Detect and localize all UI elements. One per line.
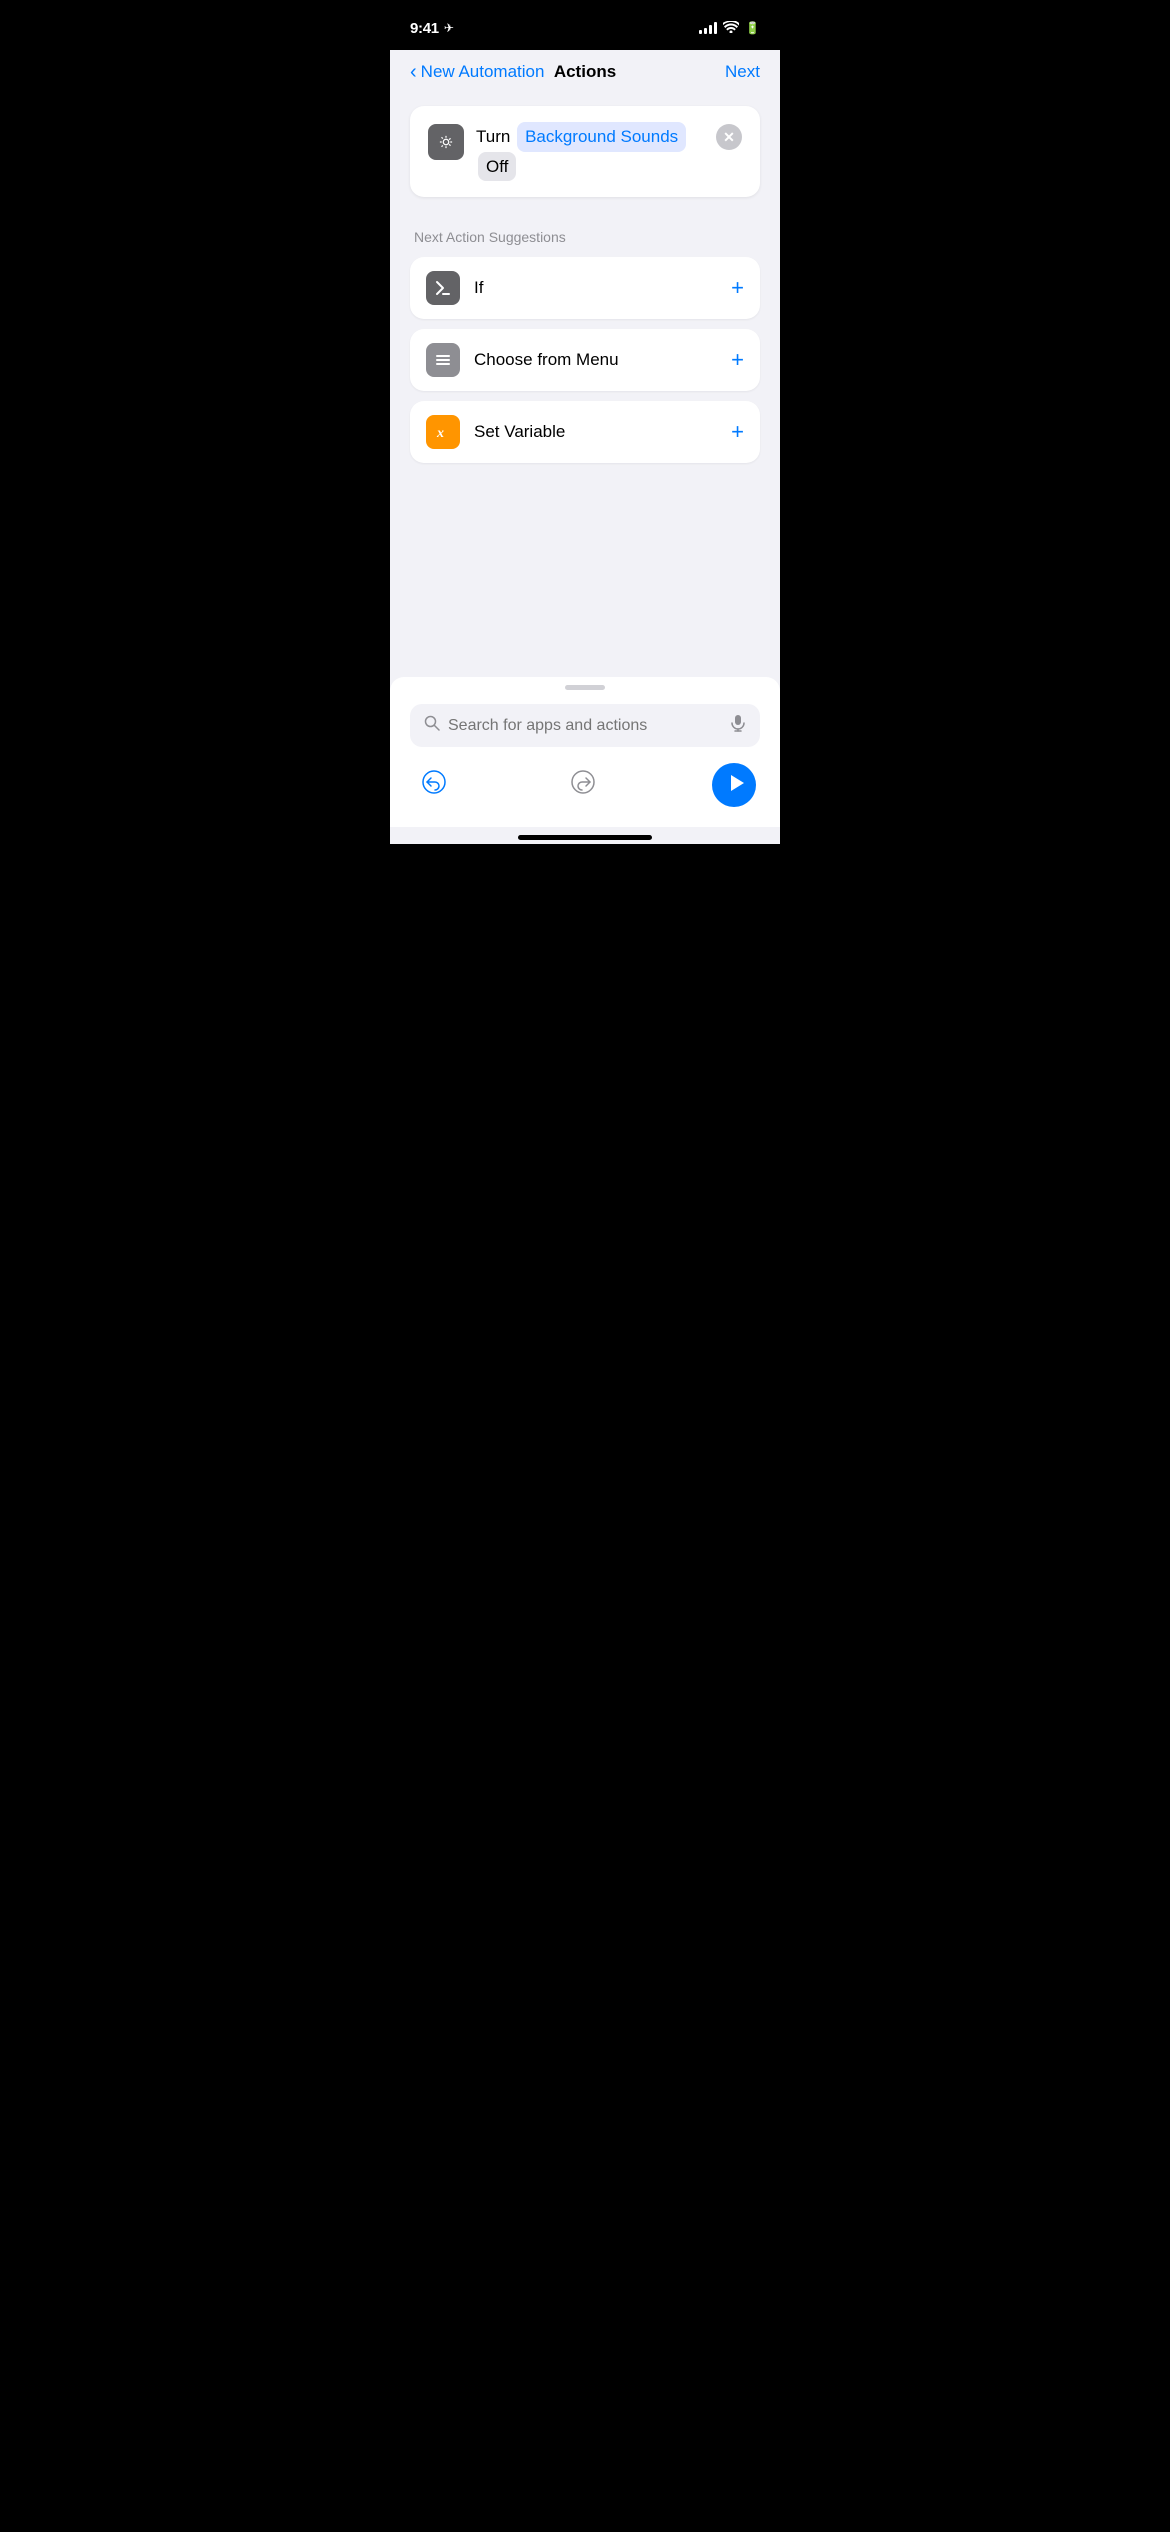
action-feature-pill[interactable]: Background Sounds xyxy=(517,122,686,152)
undo-icon xyxy=(421,769,447,802)
suggestions-label: Next Action Suggestions xyxy=(410,229,760,245)
nav-bar: ‹ New Automation Actions Next xyxy=(390,50,780,90)
search-icon xyxy=(424,715,440,736)
action-state-pill[interactable]: Off xyxy=(478,152,516,182)
status-time: 9:41 xyxy=(410,20,439,37)
back-label: New Automation xyxy=(421,62,545,82)
home-indicator xyxy=(390,827,780,844)
location-icon: ✈ xyxy=(444,21,454,35)
redo-icon xyxy=(570,769,596,802)
suggestion-variable-add[interactable]: + xyxy=(731,421,744,443)
search-input[interactable] xyxy=(448,717,722,735)
suggestions-section: Next Action Suggestions If + xyxy=(410,229,760,463)
screen: ‹ New Automation Actions Next Turn Backg… xyxy=(390,50,780,844)
suggestion-if-add[interactable]: + xyxy=(731,277,744,299)
action-turn-label: Turn xyxy=(476,127,510,146)
redo-button[interactable] xyxy=(563,765,603,805)
play-button[interactable] xyxy=(712,763,756,807)
if-icon xyxy=(426,271,460,305)
back-button[interactable]: ‹ New Automation xyxy=(410,62,544,82)
status-icons: 🔋 xyxy=(699,21,760,36)
suggestion-if-label: If xyxy=(474,278,717,298)
search-bar[interactable] xyxy=(410,704,760,747)
suggestion-menu-add[interactable]: + xyxy=(731,349,744,371)
back-chevron-icon: ‹ xyxy=(410,62,417,82)
svg-text:x: x xyxy=(436,426,444,441)
bottom-sheet xyxy=(390,677,780,827)
signal-bars xyxy=(699,22,717,34)
action-text: Turn Background Sounds Off xyxy=(476,122,704,181)
variable-icon: x xyxy=(426,415,460,449)
menu-icon xyxy=(426,343,460,377)
bottom-toolbar xyxy=(410,763,760,807)
home-bar xyxy=(518,835,652,840)
wifi-icon xyxy=(723,21,739,36)
battery-icon: 🔋 xyxy=(745,21,760,35)
action-card: Turn Background Sounds Off ✕ xyxy=(410,106,760,197)
page-title: Actions xyxy=(554,62,616,82)
close-action-button[interactable]: ✕ xyxy=(716,124,742,150)
next-button[interactable]: Next xyxy=(725,62,760,82)
suggestion-choose-from-menu[interactable]: Choose from Menu + xyxy=(410,329,760,391)
sheet-handle xyxy=(565,685,605,690)
play-icon xyxy=(726,773,746,798)
suggestion-set-variable[interactable]: x Set Variable + xyxy=(410,401,760,463)
suggestion-variable-label: Set Variable xyxy=(474,422,717,442)
settings-icon xyxy=(428,124,464,160)
mic-icon[interactable] xyxy=(730,714,746,737)
suggestion-menu-label: Choose from Menu xyxy=(474,350,717,370)
suggestion-if[interactable]: If + xyxy=(410,257,760,319)
status-bar: 9:41 ✈ 🔋 xyxy=(390,0,780,50)
main-content: Turn Background Sounds Off ✕ Next Action… xyxy=(390,90,780,677)
undo-button[interactable] xyxy=(414,765,454,805)
